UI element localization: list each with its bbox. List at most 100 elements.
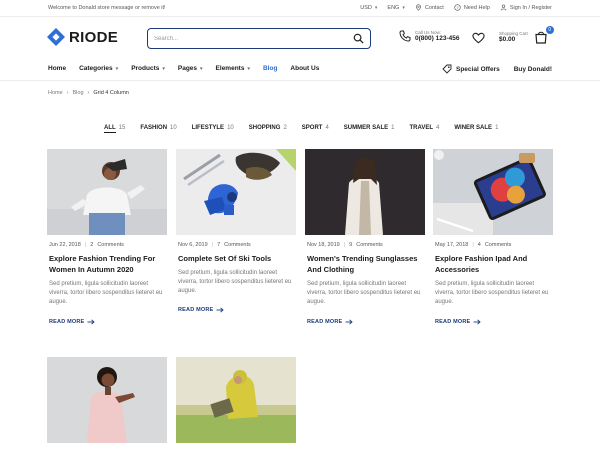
search-icon[interactable] bbox=[353, 33, 364, 44]
meta-separator: | bbox=[84, 242, 87, 248]
filter-tab-count: 10 bbox=[170, 125, 177, 131]
post-date: Jun 22, 2018 bbox=[49, 242, 81, 248]
nav-item-label: About Us bbox=[290, 65, 320, 72]
read-more-link[interactable]: READ MORE bbox=[49, 319, 96, 325]
post-comments-count[interactable]: 7 bbox=[217, 242, 220, 248]
filter-tab-all[interactable]: ALL 15 bbox=[104, 125, 126, 133]
nav-item-label: Elements bbox=[215, 65, 245, 72]
nav-item-label: Categories bbox=[79, 65, 113, 72]
breadcrumb: Home › Blog › Grid 4 Column bbox=[48, 90, 129, 96]
search-box bbox=[147, 28, 371, 49]
read-more-link[interactable]: READ MORE bbox=[307, 319, 354, 325]
blog-card: Nov 6, 2019 | 7 Comments Complete Set Of… bbox=[176, 149, 296, 313]
post-excerpt: Sed pretium, ligula sollicitudin laoreet… bbox=[49, 281, 163, 305]
svg-text:?: ? bbox=[456, 6, 458, 10]
post-title[interactable]: Explore Fashion Trending For Women In Au… bbox=[49, 253, 167, 275]
tag-icon bbox=[442, 64, 452, 74]
filter-tab-name: SHOPPING bbox=[248, 125, 281, 131]
post-image[interactable] bbox=[47, 149, 167, 235]
post-comments-label[interactable]: Comments bbox=[356, 242, 383, 248]
phone-icon bbox=[399, 30, 411, 42]
filter-tab-summer-sale[interactable]: SUMMER SALE 1 bbox=[344, 125, 395, 131]
post-image[interactable] bbox=[305, 149, 425, 235]
wishlist-heart-icon[interactable] bbox=[472, 32, 485, 44]
post-title[interactable]: Women's Trending Sunglasses And Clothing bbox=[307, 253, 425, 275]
read-more-link[interactable]: READ MORE bbox=[178, 307, 225, 313]
welcome-message: Welcome to Donald store message or remov… bbox=[48, 5, 166, 11]
post-comments-count[interactable]: 4 bbox=[478, 242, 481, 248]
post-excerpt: Sed pretium, ligula sollicitudin laoreet… bbox=[307, 281, 421, 305]
breadcrumb-blog[interactable]: Blog bbox=[73, 90, 84, 96]
post-meta: Nov 18, 2019 | 9 Comments bbox=[307, 242, 383, 248]
filter-tab-name: LIFESTYLE bbox=[191, 125, 225, 131]
filter-tab-name: ALL bbox=[104, 125, 116, 133]
filter-tab-shopping[interactable]: SHOPPING 2 bbox=[249, 125, 287, 131]
post-comments-label[interactable]: Comments bbox=[485, 242, 512, 248]
post-image[interactable] bbox=[176, 357, 296, 443]
breadcrumb-current: Grid 4 Column bbox=[93, 90, 129, 96]
contact-link[interactable]: Contact bbox=[415, 4, 444, 11]
blog-card: Jun 22, 2018 | 2 Comments Explore Fashio… bbox=[47, 149, 167, 325]
filter-tab-winer-sale[interactable]: WINER SALE 1 bbox=[454, 125, 498, 131]
blog-card: May 17, 2018 | 4 Comments Explore Fashio… bbox=[433, 149, 553, 325]
post-comments-count[interactable]: 9 bbox=[349, 242, 352, 248]
post-meta: Jun 22, 2018 | 2 Comments bbox=[49, 242, 124, 248]
post-title[interactable]: Explore Fashion Ipad And Accessories bbox=[435, 253, 553, 275]
filter-tab-travel[interactable]: TRAVEL 4 bbox=[409, 125, 439, 131]
arrow-right-icon bbox=[87, 319, 96, 325]
filter-tab-count: 4 bbox=[325, 125, 329, 131]
special-offers-link[interactable]: Special Offers bbox=[442, 64, 500, 74]
filter-tab-count: 15 bbox=[118, 125, 126, 131]
language-select[interactable]: ENG ▾ bbox=[387, 5, 404, 11]
filter-tab-lifestyle[interactable]: LIFESTYLE 10 bbox=[192, 125, 234, 131]
nav-item-label: Blog bbox=[262, 65, 278, 72]
chevron-down-icon: ▾ bbox=[162, 66, 165, 72]
filter-tab-count: 2 bbox=[283, 125, 287, 131]
logo[interactable]: RIODE bbox=[47, 28, 118, 46]
top-bar-links: USD ▾ ENG ▾ Contact ? Need Help Sign In … bbox=[360, 4, 552, 11]
post-image[interactable] bbox=[433, 149, 553, 235]
filter-tab-sport[interactable]: SPORT 4 bbox=[302, 125, 329, 131]
post-image[interactable] bbox=[176, 149, 296, 235]
nav-item-label: Home bbox=[48, 65, 67, 72]
post-comments-count[interactable]: 2 bbox=[90, 242, 93, 248]
nav-item-label: Products bbox=[131, 65, 160, 72]
chevron-down-icon: ▾ bbox=[247, 66, 250, 72]
currency-select[interactable]: USD ▾ bbox=[360, 5, 377, 11]
nav-item-about-us[interactable]: About Us bbox=[290, 65, 319, 72]
nav-item-products[interactable]: Products ▾ bbox=[131, 65, 165, 72]
nav-item-categories[interactable]: Categories ▾ bbox=[79, 65, 118, 72]
buy-link[interactable]: Buy Donald! bbox=[514, 66, 552, 73]
arrow-right-icon bbox=[473, 319, 482, 325]
nav-item-blog[interactable]: Blog bbox=[263, 65, 277, 72]
sign-in-label: Sign In / Register bbox=[509, 4, 552, 11]
nav-item-elements[interactable]: Elements ▾ bbox=[216, 65, 250, 72]
read-more-link[interactable]: READ MORE bbox=[435, 319, 482, 325]
call-us[interactable]: Call Us Now: 0(800) 123-456 bbox=[399, 30, 459, 42]
search-input[interactable] bbox=[154, 32, 344, 45]
post-image[interactable] bbox=[47, 357, 167, 443]
post-comments-label[interactable]: Comments bbox=[97, 242, 124, 248]
arrow-right-icon bbox=[216, 307, 225, 313]
help-link[interactable]: ? Need Help bbox=[454, 4, 490, 11]
filter-tab-name: FASHION bbox=[140, 125, 168, 131]
nav-item-home[interactable]: Home bbox=[48, 65, 66, 72]
map-pin-icon bbox=[415, 4, 421, 11]
top-bar: Welcome to Donald store message or remov… bbox=[0, 0, 600, 17]
nav-divider bbox=[0, 80, 600, 81]
filter-tab-fashion[interactable]: FASHION 10 bbox=[140, 125, 176, 131]
post-meta: Nov 6, 2019 | 7 Comments bbox=[178, 242, 251, 248]
contact-label: Contact bbox=[424, 4, 444, 11]
nav-item-pages[interactable]: Pages ▾ bbox=[178, 65, 203, 72]
meta-separator: | bbox=[211, 242, 214, 248]
nav-items: Home Categories ▾ Products ▾ Pages ▾ Elements ▾ B… bbox=[48, 65, 319, 72]
post-title[interactable]: Complete Set Of Ski Tools bbox=[178, 253, 296, 264]
sign-in-link[interactable]: Sign In / Register bbox=[500, 4, 552, 11]
nav-item-label: Pages bbox=[177, 65, 198, 72]
post-comments-label[interactable]: Comments bbox=[224, 242, 251, 248]
filter-tab-count: 4 bbox=[436, 125, 440, 131]
shopping-cart[interactable]: Shopping Cart $0.00 0 bbox=[499, 26, 554, 44]
logo-text: RIODE bbox=[69, 28, 119, 46]
breadcrumb-home[interactable]: Home bbox=[48, 90, 63, 96]
currency-value: USD bbox=[360, 4, 372, 11]
